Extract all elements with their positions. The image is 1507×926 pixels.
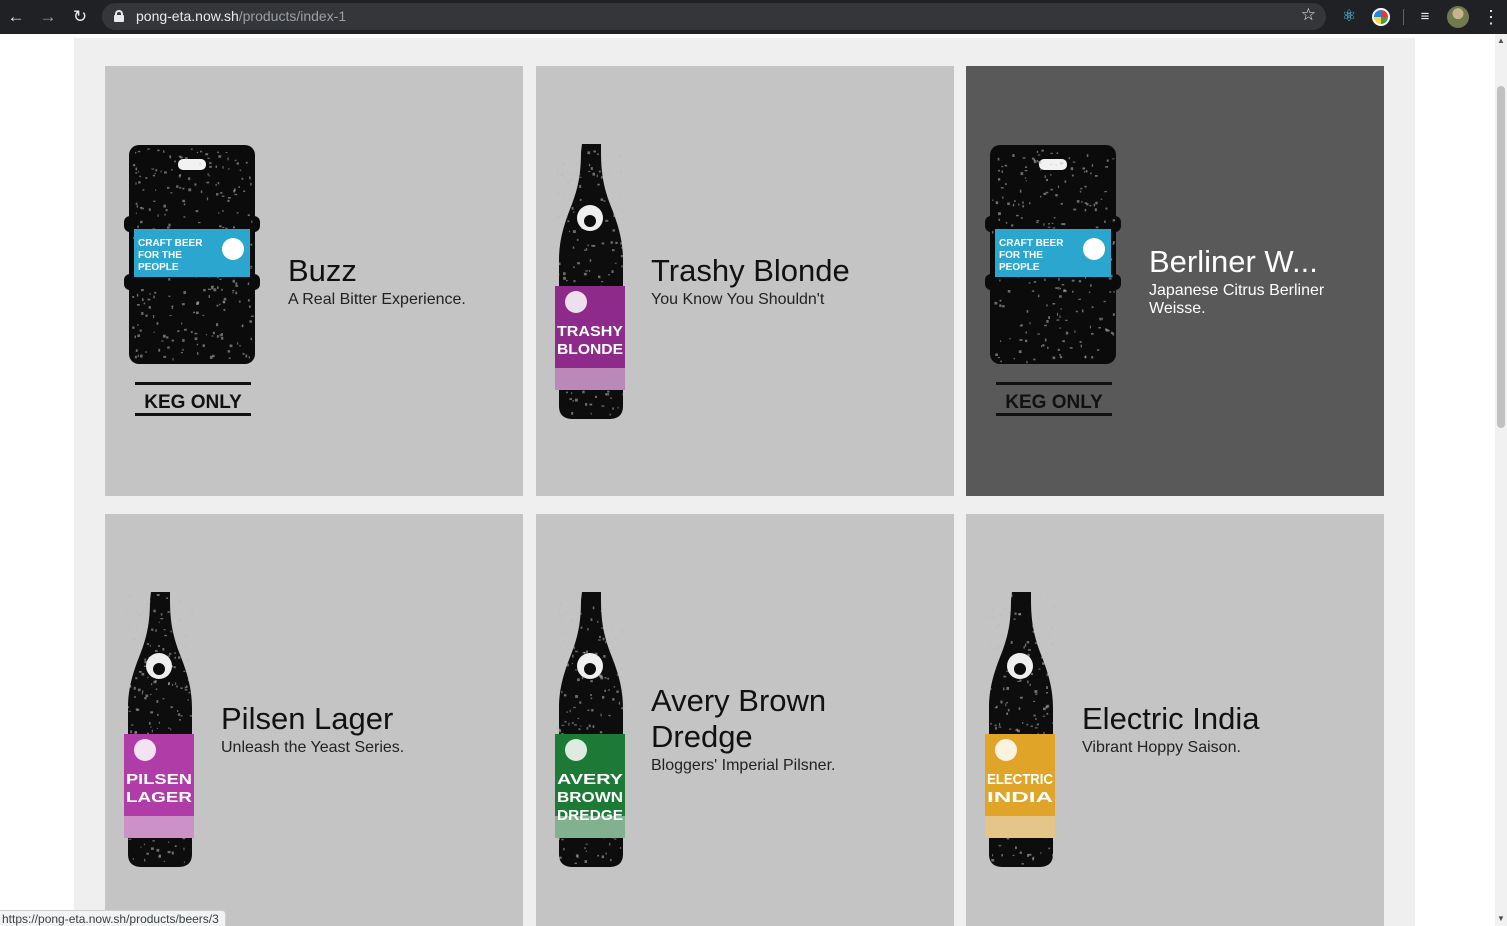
keg-label-text: FOR THE xyxy=(138,250,182,261)
keg-handle xyxy=(1039,159,1067,170)
scroll-down-icon[interactable]: ▼ xyxy=(1495,912,1507,926)
url-text: pong-eta.now.sh/products/index-1 xyxy=(136,8,347,24)
react-devtools-icon[interactable]: ⚛ xyxy=(1340,8,1358,26)
bottle-label-text: PILSEN xyxy=(126,771,192,788)
keg-image: CRAFT BEERFOR THEPEOPLE KEG ONLY xyxy=(985,145,1121,416)
product-title: Berliner W... xyxy=(1149,244,1318,279)
bottle-label-text: INDIA xyxy=(987,789,1053,806)
page-viewport: CRAFT BEER FOR THE PEOPLE KEG ONLY Buzz A R… xyxy=(0,34,1495,926)
product-card-pilsen-lager[interactable]: PILSEN LAGER Pilsen Lager Unleash the Yea… xyxy=(105,514,523,926)
keg-only-label: KEG ONLY xyxy=(1005,392,1103,413)
product-grid: CRAFT BEER FOR THE PEOPLE KEG ONLY Buzz A R… xyxy=(74,38,1415,926)
vertical-scrollbar[interactable]: ▲ ▼ xyxy=(1495,34,1507,926)
keg-label-text: FOR THE xyxy=(999,250,1043,261)
product-title: Pilsen Lager xyxy=(221,701,394,736)
bottle-label-text: BROWN xyxy=(557,789,623,806)
scroll-up-icon[interactable]: ▲ xyxy=(1495,34,1507,48)
product-tagline: Unleash the Yeast Series. xyxy=(221,739,405,756)
product-card-trashy-blonde[interactable]: TRASHY BLONDE Trashy Blonde You Know You … xyxy=(536,66,954,496)
keg-label-text: CRAFT BEER xyxy=(999,238,1064,249)
keg-label-text: PEOPLE xyxy=(999,262,1040,273)
bottle-label-text: ELECTRIC xyxy=(987,771,1053,788)
profile-avatar[interactable] xyxy=(1447,6,1469,28)
brewdog-logo-icon xyxy=(1083,238,1105,260)
scrollbar-thumb[interactable] xyxy=(1497,86,1505,428)
keg-label-text: CRAFT BEER xyxy=(138,238,203,249)
product-tagline: Japanese Citrus Berliner Weisse. xyxy=(1149,282,1325,317)
address-bar[interactable]: pong-eta.now.sh/products/index-1 ☆ xyxy=(102,3,1326,30)
product-title: Avery Brown Dredge xyxy=(651,683,827,754)
keg-label-text: PEOPLE xyxy=(138,262,179,273)
product-card-avery-brown-dredge[interactable]: AVERY BROWN DREDGE Avery Brown Dredge Blog… xyxy=(536,514,954,926)
link-status-bar: https://pong-eta.now.sh/products/beers/3 xyxy=(0,910,226,926)
product-tagline: Bloggers' Imperial Pilsner. xyxy=(651,757,836,774)
product-title: Trashy Blonde xyxy=(651,253,850,288)
reload-icon[interactable]: ↻ xyxy=(69,6,91,28)
product-tagline: Vibrant Hoppy Saison. xyxy=(1082,739,1241,756)
product-title: Buzz xyxy=(288,253,357,288)
bottle-label-text: AVERY xyxy=(557,771,623,788)
bottle-label-text: BLONDE xyxy=(557,341,623,358)
keg-only-label: KEG ONLY xyxy=(144,392,242,413)
product-card-berliner-weisse[interactable]: CRAFT BEER FOR THE PEOPLE KEG ONLY Berliner… xyxy=(966,66,1384,496)
bottle-label-text: DREDGE xyxy=(557,807,623,824)
product-tagline: A Real Bitter Experience. xyxy=(288,291,466,308)
keg-handle xyxy=(178,159,206,170)
bottle-label-text: LAGER xyxy=(126,789,192,806)
forward-arrow-icon[interactable]: → xyxy=(37,6,59,28)
toolbar-divider xyxy=(1403,9,1404,25)
bottle-label-text: TRASHY xyxy=(557,323,623,340)
brewdog-logo-icon xyxy=(222,238,244,260)
menu-kebab-icon[interactable]: ⋮ xyxy=(1482,6,1500,28)
product-card-buzz[interactable]: CRAFT BEER FOR THE PEOPLE KEG ONLY Buzz A R… xyxy=(105,66,523,496)
browser-toolbar: ← → ↻ pong-eta.now.sh/products/index-1 ☆… xyxy=(0,0,1507,34)
extension-icon[interactable] xyxy=(1372,8,1390,26)
product-title: Electric India xyxy=(1082,701,1260,736)
bookmark-star-icon[interactable]: ☆ xyxy=(1301,5,1316,25)
product-card-electric-india[interactable]: ELECTRIC INDIA Electric India Vibrant Hop… xyxy=(966,514,1384,926)
media-queue-icon[interactable]: ≡ xyxy=(1416,8,1434,26)
keg-image: CRAFT BEERFOR THEPEOPLE KEG ONLY xyxy=(124,145,260,416)
back-arrow-icon[interactable]: ← xyxy=(5,6,27,28)
product-tagline: You Know You Shouldn't xyxy=(651,291,825,308)
lock-icon xyxy=(114,10,124,22)
